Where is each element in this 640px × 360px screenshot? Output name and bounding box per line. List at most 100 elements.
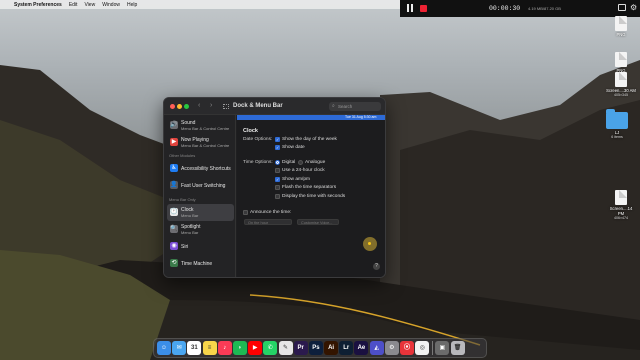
announce-time-checkbox[interactable]: Announce the time:: [243, 210, 291, 215]
checkbox-checked[interactable]: [275, 137, 280, 142]
photoshop-icon[interactable]: Ps: [308, 341, 323, 355]
sidebar-item-accessibility-shortcuts[interactable]: ♿ Accessibility Shortcuts: [167, 160, 234, 177]
checkbox-unchecked[interactable]: [275, 168, 280, 173]
sidebar-item-label: Accessibility Shortcuts: [181, 166, 231, 172]
play-icon: ▶: [170, 138, 178, 146]
desktop-file[interactable]: Screen....14 PM 406×474: [606, 190, 636, 220]
sidebar-item-spotlight[interactable]: 🔍 Spotlight Menu Bar: [167, 221, 234, 238]
help-button[interactable]: ?: [373, 263, 380, 270]
desktop-folder[interactable]: LJ 6 items: [602, 109, 632, 139]
use-24-hour-checkbox[interactable]: Use a 24-hour clock: [275, 168, 325, 173]
checkbox-label: Show date: [282, 145, 305, 150]
minimize-button[interactable]: [177, 104, 182, 109]
back-icon[interactable]: ‹: [198, 102, 200, 109]
forward-icon[interactable]: ›: [210, 102, 212, 109]
desktop-file[interactable]: PNG: [606, 16, 636, 37]
search-input[interactable]: ⌕ Search: [329, 102, 381, 111]
chrome-icon[interactable]: ◎: [415, 341, 430, 355]
show-ampm-checkbox[interactable]: Show am/pm: [275, 177, 310, 182]
camera-icon[interactable]: [618, 4, 626, 11]
script-editor-icon[interactable]: ✎: [278, 341, 293, 355]
clock-settings-pane: Tue 31 Aug 5:30 am Clock Date Options: S…: [237, 115, 385, 277]
window-titlebar: ‹ › Dock & Menu Bar ⌕ Search: [164, 98, 385, 115]
gear-icon[interactable]: ⚙: [630, 3, 637, 12]
checkbox-label: Use a 24-hour clock: [282, 168, 325, 173]
sidebar-item-siri[interactable]: ◉ Siri: [167, 238, 234, 255]
sidebar-item-fast-user-switching[interactable]: 👤 Fast User Switching: [167, 177, 234, 194]
preview-clock-text: Tue 31 Aug 5:30 am: [345, 115, 377, 119]
show-date-checkbox[interactable]: Show date: [275, 145, 305, 150]
stop-record-button[interactable]: [420, 5, 427, 12]
vpn-icon[interactable]: ◭: [369, 341, 384, 355]
radio-unselected[interactable]: [298, 160, 303, 165]
show-day-checkbox[interactable]: Show the day of the week: [275, 137, 337, 142]
finder-icon[interactable]: ☺: [157, 341, 171, 355]
music-icon[interactable]: ♪: [217, 341, 232, 355]
system-preferences-icon[interactable]: ⚙: [384, 341, 399, 355]
sidebar-item-time-machine[interactable]: ⟲ Time Machine: [167, 255, 234, 272]
recording-size: 4.19 MB/87.20 GB: [528, 6, 561, 11]
preview-icon[interactable]: ▣: [435, 341, 450, 355]
screenshot-file-icon: [615, 190, 627, 205]
recording-timer: 00:00:30: [489, 5, 521, 12]
checkbox-label: Announce the time:: [250, 210, 292, 215]
mail-icon[interactable]: ✉: [172, 341, 187, 355]
folder-icon: [606, 109, 628, 129]
desktop-item-sublabel: 405×345: [613, 93, 629, 97]
show-seconds-checkbox[interactable]: Display the time with seconds: [275, 194, 345, 199]
spotify-icon[interactable]: ◗: [232, 341, 247, 355]
screen-recorder-bar: 00:00:30 4.19 MB/87.20 GB ⚙: [400, 0, 640, 17]
zoom-button[interactable]: [184, 104, 189, 109]
customise-voice-button[interactable]: Customise Voice...: [297, 219, 339, 225]
checkbox-checked[interactable]: [275, 145, 280, 150]
checkbox-checked[interactable]: [275, 177, 280, 182]
checkbox-unchecked[interactable]: [275, 194, 280, 199]
menu-window[interactable]: Window: [102, 2, 120, 8]
radio-selected[interactable]: [275, 160, 280, 165]
notes-icon[interactable]: ≡: [202, 341, 217, 355]
analogue-radio[interactable]: Analogue: [298, 160, 325, 165]
screen-recorder-icon[interactable]: ⦿: [400, 341, 414, 355]
close-button[interactable]: [170, 104, 175, 109]
whatsapp-icon[interactable]: ✆: [263, 341, 278, 355]
accessibility-icon: ♿: [170, 164, 178, 172]
sidebar-item-sound[interactable]: 🔊 Sound Menu Bar & Control Centre: [167, 117, 234, 134]
speaker-icon: 🔊: [170, 121, 178, 129]
radio-label: Digital: [282, 160, 296, 165]
digital-radio[interactable]: Digital: [275, 160, 295, 165]
sidebar-item-label: Fast User Switching: [181, 183, 226, 189]
time-options-label: Time Options:: [243, 160, 273, 165]
user-icon: 👤: [170, 181, 178, 189]
menu-edit[interactable]: Edit: [69, 2, 78, 8]
menu-view[interactable]: View: [84, 2, 95, 8]
checkbox-unchecked[interactable]: [243, 210, 248, 215]
sidebar-item-sublabel: Menu Bar & Control Centre: [181, 143, 230, 148]
dock: ☺ ✉ 31 ≡ ♪ ◗ ▶ ✆ ✎ Pr Ps Ai Lr Ae ◭ ⚙ ⦿ ◎ ▣ 🗑: [153, 338, 487, 358]
png-file-icon: [615, 16, 627, 31]
trash-icon[interactable]: 🗑: [450, 341, 465, 355]
clock-icon: 🕐: [170, 208, 178, 216]
illustrator-icon[interactable]: Ai: [324, 341, 339, 355]
calendar-icon[interactable]: 31: [187, 341, 202, 355]
sidebar-item-label: Siri: [181, 244, 189, 250]
mouse-cursor-highlight: [363, 237, 377, 251]
after-effects-icon[interactable]: Ae: [354, 341, 369, 355]
menu-help[interactable]: Help: [127, 2, 137, 8]
youtube-icon[interactable]: ▶: [248, 341, 263, 355]
sidebar-item-clock[interactable]: 🕐 Clock Menu Bar: [167, 204, 234, 221]
menu-app-name[interactable]: System Preferences: [14, 2, 62, 8]
desktop-file[interactable]: PNG: [606, 52, 636, 73]
premiere-icon[interactable]: Pr: [293, 341, 308, 355]
lightroom-icon[interactable]: Lr: [339, 341, 354, 355]
pause-icon[interactable]: [406, 4, 414, 12]
announce-interval-select[interactable]: On the hour: [244, 219, 292, 225]
checkbox-unchecked[interactable]: [275, 185, 280, 190]
desktop-file[interactable]: Screen....30 AM 405×345: [606, 72, 636, 97]
show-all-grid-icon[interactable]: [223, 104, 229, 109]
sidebar-item-now-playing[interactable]: ▶ Now Playing Menu Bar & Control Centre: [167, 134, 234, 151]
desktop-item-label: Screen....14 PM: [609, 206, 633, 216]
flash-separators-checkbox[interactable]: Flash the time separators: [275, 185, 336, 190]
date-options-label: Date Options:: [243, 137, 273, 142]
sidebar-heading-other-modules: Other Modules: [169, 153, 196, 158]
siri-icon: ◉: [170, 242, 178, 250]
